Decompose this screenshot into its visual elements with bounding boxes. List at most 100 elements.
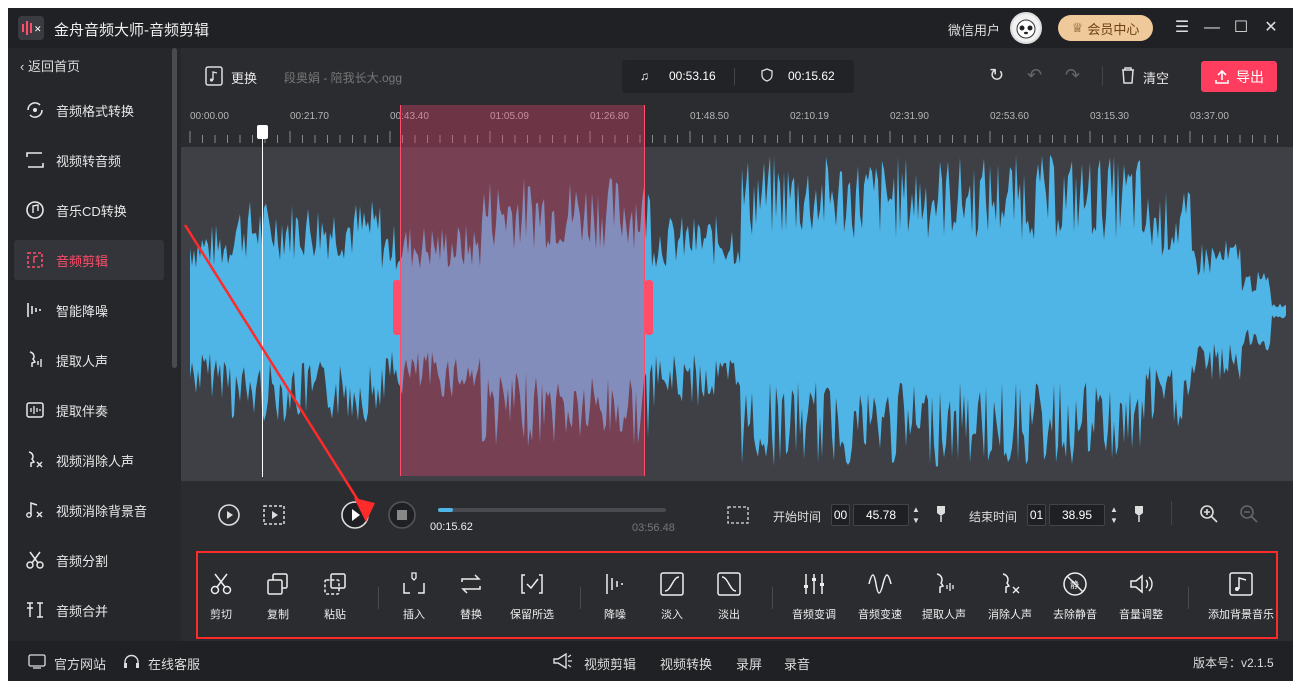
time-ruler[interactable]: 00:00.00 00:21.70 00:43.40 01:05.09 01:2…	[181, 105, 1293, 147]
sidebar-item-video-remove-bgm[interactable]: 视频消除背景音	[14, 490, 164, 530]
denoise-icon	[27, 303, 41, 317]
maximize-icon[interactable]: ☐	[1230, 17, 1252, 39]
fade-out-tool[interactable]: 淡出	[699, 571, 759, 622]
svg-text:静: 静	[1070, 579, 1079, 590]
paste-tool[interactable]: 粘贴	[305, 571, 365, 622]
tool-label: 音量调整	[1119, 609, 1163, 621]
fade-in-icon	[660, 572, 684, 596]
selection-start-handle[interactable]	[393, 280, 401, 335]
clear-button[interactable]: 清空	[1143, 68, 1169, 87]
sidebar-item-extract-accompaniment[interactable]: 提取伴奏	[14, 390, 164, 430]
insert-tool[interactable]: 插入	[384, 571, 444, 622]
sidebar-scrollbar[interactable]	[172, 48, 177, 368]
selection-end-handle[interactable]	[645, 280, 653, 335]
export-label: 导出	[1236, 68, 1264, 85]
cut-tool[interactable]: 剪切	[191, 571, 251, 622]
sidebar-item-video-remove-vocal[interactable]: 视频消除人声	[14, 440, 164, 480]
tool-label: 音频变速	[858, 609, 902, 621]
end-stepper[interactable]: ▲ ▼	[1110, 504, 1118, 526]
editor-toolbar: 更换 段奥娟 - 陪我长大.ogg ♫ 00:53.16 00:15.62 ↻ …	[181, 48, 1293, 103]
video-to-audio-icon	[26, 152, 44, 168]
accompaniment-icon	[26, 402, 44, 418]
website-link[interactable]: 官方网站	[54, 654, 106, 673]
stop-button[interactable]	[388, 501, 416, 534]
user-name[interactable]: 微信用户	[948, 20, 1000, 39]
copy-tool[interactable]: 复制	[248, 571, 308, 622]
website-icon[interactable]	[28, 654, 46, 672]
end-locate-icon[interactable]	[1133, 505, 1145, 528]
link-screen-record[interactable]: 录屏	[736, 654, 762, 673]
tool-label: 音频变调	[792, 609, 836, 621]
volume-tool[interactable]: 音量调整	[1111, 571, 1171, 622]
sidebar-item-denoise[interactable]: 智能降噪	[14, 290, 164, 330]
sidebar-item-label: 视频转音频	[56, 153, 122, 169]
denoise-tool[interactable]: 降噪	[585, 571, 645, 622]
change-file-button[interactable]: 更换	[231, 68, 257, 87]
play-selection-icon[interactable]	[262, 503, 286, 532]
undo-icon[interactable]: ↶	[1027, 65, 1042, 86]
refresh-icon[interactable]: ↻	[989, 65, 1004, 86]
sidebar-item-label: 提取伴奏	[56, 403, 109, 419]
end-minutes-input[interactable]: 01	[1027, 504, 1046, 526]
link-audio-record[interactable]: 录音	[784, 654, 810, 673]
playhead[interactable]	[262, 127, 263, 477]
remove-vocal-icon	[1002, 573, 1020, 594]
menu-icon[interactable]: ☰	[1171, 17, 1193, 39]
replay-icon[interactable]	[217, 503, 241, 532]
sidebar-item-merge[interactable]: 音频合并	[14, 590, 164, 630]
back-link[interactable]: ‹ 返回首页	[20, 56, 80, 75]
sidebar-item-format-convert[interactable]: 音频格式转换	[14, 90, 164, 130]
pitch-tool[interactable]: 音频变调	[784, 571, 844, 622]
close-icon[interactable]: ✕	[1260, 17, 1282, 39]
waveform[interactable]	[181, 147, 1293, 481]
sidebar-item-audio-edit[interactable]: 音频剪辑	[14, 240, 164, 280]
editor-main: 更换 段奥娟 - 陪我长大.ogg ♫ 00:53.16 00:15.62 ↻ …	[181, 48, 1293, 641]
speed-tool[interactable]: 音频变速	[850, 571, 910, 622]
title-bar: ✕ 金舟音频大师-音频剪辑 微信用户 ♕ 会员中心 ☰ — ☐ ✕	[8, 8, 1293, 48]
redo-icon[interactable]: ↷	[1065, 65, 1080, 86]
progress-track[interactable]	[438, 508, 666, 512]
sidebar-item-extract-vocal[interactable]: 提取人声	[14, 340, 164, 380]
selection-region[interactable]	[400, 105, 645, 476]
service-link[interactable]: 在线客服	[148, 654, 200, 673]
replace-tool[interactable]: 替换	[441, 571, 501, 622]
equalizer-icon	[804, 574, 824, 594]
mute-icon: 静	[1063, 572, 1087, 596]
link-video-edit[interactable]: 视频剪辑	[584, 654, 636, 673]
end-time-label: 结束时间	[969, 510, 1018, 524]
fade-in-tool[interactable]: 淡入	[642, 571, 702, 622]
sidebar-item-label: 音频合并	[56, 603, 109, 619]
zoom-in-icon[interactable]	[1199, 504, 1219, 529]
add-bgm-tool[interactable]: 添加背景音乐	[1201, 571, 1281, 622]
keep-selection-tool[interactable]: 保留所选	[502, 571, 562, 622]
waveform-area[interactable]: 00:00.00 00:21.70 00:43.40 01:05.09 01:2…	[181, 105, 1293, 481]
sidebar-item-video-to-audio[interactable]: 视频转音频	[14, 140, 164, 180]
remove-vocal-tool[interactable]: 消除人声	[980, 571, 1040, 622]
tool-label: 提取人声	[922, 609, 966, 621]
extract-vocal-tool[interactable]: 提取人声	[914, 571, 974, 622]
remove-silence-tool[interactable]: 静 去除静音	[1045, 571, 1105, 622]
keep-selection-icon	[521, 574, 543, 594]
export-button[interactable]: 导出	[1201, 61, 1277, 92]
fade-out-icon	[717, 572, 741, 596]
vip-center-button[interactable]: ♕ 会员中心	[1058, 15, 1153, 41]
headset-icon[interactable]	[123, 654, 140, 673]
tool-label: 复制	[267, 609, 289, 621]
sidebar-item-split[interactable]: 音频分割	[14, 540, 164, 580]
start-minutes-input[interactable]: 00	[831, 504, 850, 526]
zoom-out-icon[interactable]	[1239, 504, 1259, 529]
trash-icon[interactable]	[1120, 66, 1136, 89]
edit-tools-panel: 剪切 复制 粘贴 插入 替换 保留所选 降噪 淡入 淡出 音频变调 音频变速 提…	[196, 551, 1278, 639]
end-seconds-input[interactable]: 38.95	[1049, 504, 1105, 526]
avatar[interactable]	[1010, 12, 1042, 44]
start-seconds-input[interactable]: 45.78	[853, 504, 909, 526]
playhead-handle[interactable]	[257, 125, 268, 139]
minimize-icon[interactable]: —	[1201, 17, 1223, 39]
music-file-icon[interactable]	[205, 66, 223, 91]
start-locate-icon[interactable]	[935, 505, 947, 528]
start-stepper[interactable]: ▲ ▼	[912, 504, 920, 526]
duration-time: 03:56.48	[632, 522, 675, 534]
play-button[interactable]	[341, 501, 369, 534]
link-video-convert[interactable]: 视频转换	[660, 654, 712, 673]
sidebar-item-cd-convert[interactable]: 音乐CD转换	[14, 190, 164, 230]
